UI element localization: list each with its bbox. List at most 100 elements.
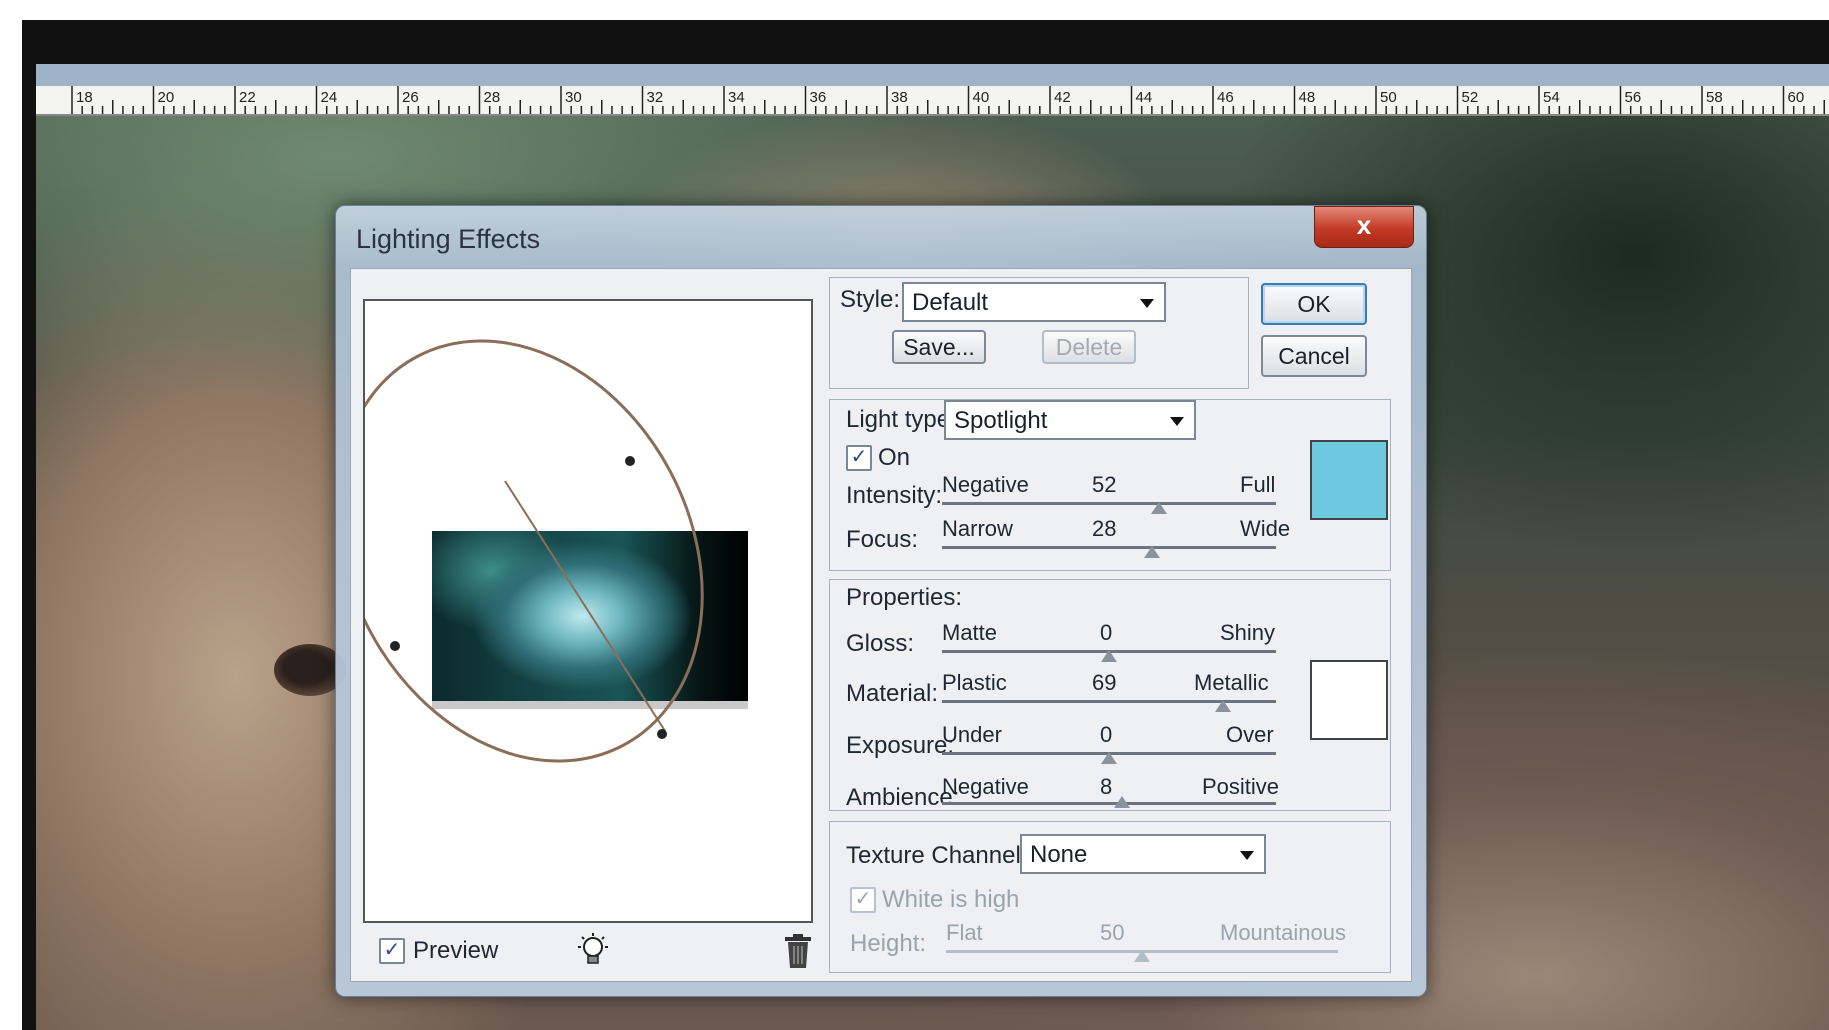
light-type-group: Light type: Spotlight ✓ On Intensity: Ne… (829, 399, 1391, 571)
ruler-number: 54 (1543, 89, 1560, 106)
properties-group: Properties: Gloss: Matte 0 Shiny Materia… (829, 579, 1391, 811)
save-button[interactable]: Save... (892, 330, 986, 364)
ok-button[interactable]: OK (1261, 283, 1367, 325)
style-select[interactable]: Default (902, 282, 1166, 322)
ruler-number: 38 (891, 89, 908, 106)
dialog-client: ✓ Preview Style: Default Save... Delete … (350, 268, 1412, 982)
properties-title: Properties: (846, 584, 963, 611)
exposure-label: Exposure: (846, 732, 955, 759)
ruler-number: 56 (1625, 89, 1642, 106)
ambience-max-label: Positive (1202, 774, 1280, 799)
ruler-number: 46 (1217, 89, 1234, 106)
ruler-number: 30 (565, 89, 582, 106)
ruler-number: 28 (484, 89, 501, 106)
ruler-number: 20 (158, 89, 175, 106)
properties-color-swatch[interactable] (1310, 660, 1388, 740)
exposure-max-label: Over (1226, 722, 1274, 747)
light-bulb-icon[interactable] (573, 931, 613, 971)
cancel-button[interactable]: Cancel (1261, 335, 1367, 377)
ruler-number: 58 (1706, 89, 1723, 106)
preview-canvas[interactable] (363, 299, 813, 923)
light-type-select[interactable]: Spotlight (944, 400, 1196, 440)
focus-slider-track[interactable] (942, 546, 1276, 549)
ruler-number: 18 (76, 89, 93, 106)
horizontal-ruler: 18 20 22 24 26 28 30 32 34 36 38 40 42 44 46 48 50 52 54 56… (36, 64, 1829, 116)
ruler-number: 32 (647, 89, 664, 106)
chevron-down-icon (1140, 299, 1154, 308)
focus-label: Focus: (846, 526, 919, 553)
ellipse-handle (625, 456, 635, 466)
close-button[interactable]: x (1314, 206, 1414, 248)
ruler-number: 50 (1380, 89, 1397, 106)
ambience-min-label: Negative (942, 774, 1029, 799)
ambience-slider-thumb[interactable] (1114, 796, 1131, 808)
white-is-high-label: White is high (882, 886, 1020, 913)
texture-group: Texture Channel: None ✓ White is high He… (829, 821, 1391, 973)
exposure-value: 0 (1100, 722, 1113, 747)
material-max-label: Metallic (1194, 670, 1269, 695)
ambience-value: 8 (1100, 774, 1113, 799)
ruler-number: 44 (1136, 89, 1153, 106)
light-type-value: Spotlight (954, 407, 1048, 434)
lighting-effects-dialog: Lighting Effects x ✓ Preview Style: Defa… (335, 205, 1427, 997)
delete-button[interactable]: Delete (1042, 330, 1136, 364)
spotlight-ellipse[interactable] (365, 301, 811, 921)
focus-min-label: Narrow (942, 516, 1013, 541)
material-label: Material: (846, 680, 939, 707)
intensity-slider-thumb[interactable] (1151, 502, 1168, 514)
light-color-swatch[interactable] (1310, 440, 1388, 520)
white-is-high-row[interactable]: ✓ White is high (850, 886, 1019, 914)
intensity-label: Intensity: (846, 482, 943, 509)
ambience-slider-track[interactable] (942, 802, 1276, 805)
light-on-label: On (878, 444, 911, 471)
gloss-max-label: Shiny (1220, 620, 1276, 645)
ruler-number: 40 (973, 89, 990, 106)
dialog-title: Lighting Effects (356, 224, 541, 254)
white-is-high-checkbox[interactable]: ✓ (850, 887, 876, 913)
intensity-slider-track[interactable] (942, 502, 1276, 505)
ruler-number: 52 (1462, 89, 1479, 106)
material-min-label: Plastic (942, 670, 1007, 695)
height-value: 50 (1100, 920, 1125, 945)
gloss-label: Gloss: (846, 630, 915, 657)
style-label: Style: (840, 286, 901, 313)
ruler-number: 60 (1788, 89, 1805, 106)
ruler-number: 26 (402, 89, 419, 106)
ruler-number: 34 (728, 89, 745, 106)
ruler-number: 24 (321, 89, 338, 106)
chevron-down-icon (1170, 417, 1184, 426)
ellipse-handle (390, 641, 400, 651)
exposure-min-label: Under (942, 722, 1002, 747)
exposure-slider-thumb[interactable] (1101, 752, 1117, 764)
preview-checkbox[interactable]: ✓ (379, 938, 405, 964)
height-slider-thumb[interactable] (1134, 950, 1150, 962)
style-group: Style: Default Save... Delete (829, 277, 1249, 389)
focus-slider-thumb[interactable] (1144, 546, 1161, 558)
height-max-label: Mountainous (1220, 920, 1346, 945)
height-label: Height: (850, 930, 927, 957)
preview-label: Preview (413, 937, 499, 964)
trash-icon[interactable] (783, 933, 813, 969)
ruler-number: 36 (810, 89, 827, 106)
preview-checkbox-row[interactable]: ✓ Preview (379, 937, 498, 965)
ellipse-handle (657, 729, 667, 739)
ruler-ticks: 18 20 22 24 26 28 30 32 34 36 38 40 42 44 46 48 50 52 54 56… (71, 86, 1825, 114)
focus-max-label: Wide (1240, 516, 1291, 541)
material-slider-thumb[interactable] (1214, 700, 1231, 712)
gloss-value: 0 (1100, 620, 1113, 645)
style-select-value: Default (912, 289, 989, 316)
light-on-row[interactable]: ✓ On (846, 444, 910, 472)
material-value: 69 (1092, 670, 1117, 695)
intensity-max-label: Full (1240, 472, 1276, 497)
focus-value: 28 (1092, 516, 1117, 541)
ruler-number: 42 (1054, 89, 1071, 106)
texture-channel-label: Texture Channel: (846, 842, 1028, 869)
intensity-min-label: Negative (942, 472, 1029, 497)
texture-channel-select[interactable]: None (1020, 834, 1266, 874)
gloss-slider-thumb[interactable] (1101, 650, 1117, 662)
texture-channel-value: None (1030, 841, 1088, 868)
ruler-number: 48 (1299, 89, 1316, 106)
height-min-label: Flat (946, 920, 983, 945)
light-on-checkbox[interactable]: ✓ (846, 445, 872, 471)
gloss-min-label: Matte (942, 620, 998, 645)
